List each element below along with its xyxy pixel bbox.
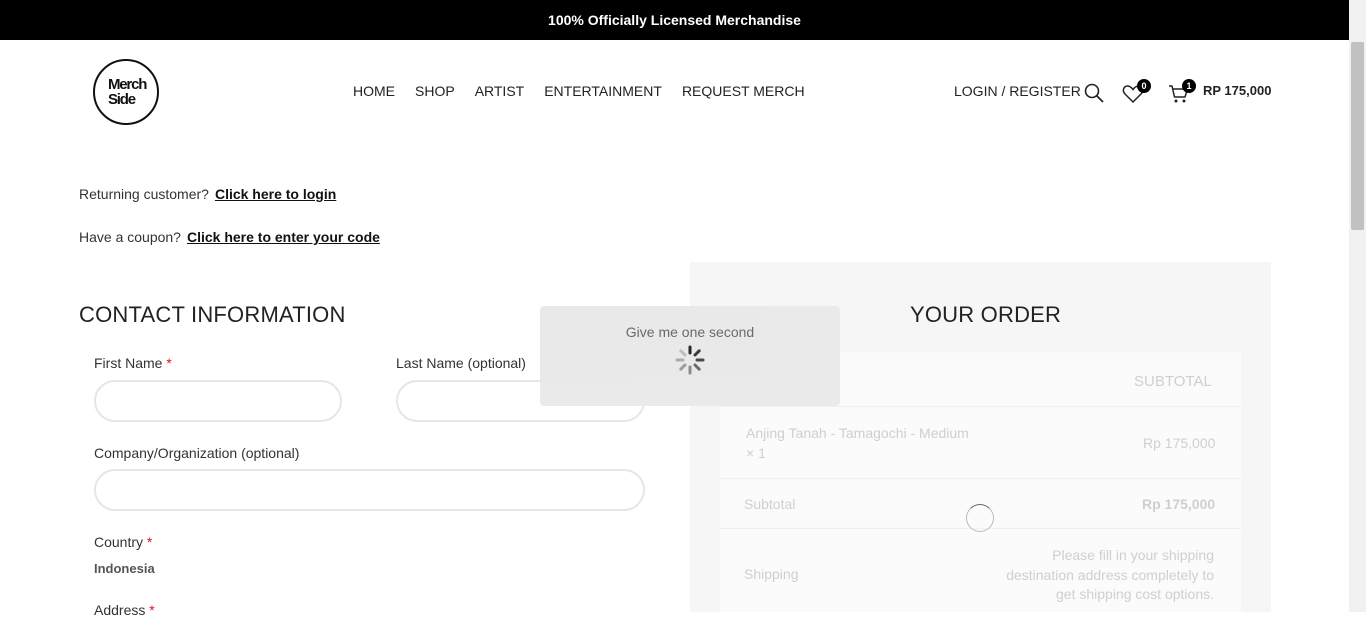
cart-count-badge: 1 <box>1182 79 1196 93</box>
returning-customer-notice: Returning customer? Click here to login <box>79 186 336 202</box>
country-label: Country * <box>94 534 152 550</box>
first-name-input[interactable] <box>94 380 342 422</box>
company-label: Company/Organization (optional) <box>94 445 300 461</box>
address-label-text: Address <box>94 602 146 618</box>
order-item-qty: × 1 <box>746 445 766 461</box>
nav-shop[interactable]: SHOP <box>415 83 455 99</box>
cart-total[interactable]: RP 175,000 <box>1203 83 1271 98</box>
coupon-notice: Have a coupon? Click here to enter your c… <box>79 229 380 245</box>
scrollbar-thumb[interactable] <box>1351 42 1364 230</box>
enter-coupon-link[interactable]: Click here to enter your code <box>187 229 380 245</box>
last-name-label: Last Name (optional) <box>396 355 526 371</box>
wishlist-count-badge: 0 <box>1137 79 1151 93</box>
shipping-note-line: Please fill in your shipping <box>1052 547 1214 563</box>
shipping-label: Shipping <box>744 566 799 582</box>
nav-home[interactable]: HOME <box>353 83 395 99</box>
order-divider <box>720 478 1241 479</box>
shipping-note-line: get shipping cost options. <box>1056 586 1214 602</box>
required-mark: * <box>146 534 153 550</box>
country-label-text: Country <box>94 534 144 550</box>
subtotal-value: Rp 175,000 <box>1142 496 1216 512</box>
order-loading-spinner <box>966 504 994 532</box>
company-input[interactable] <box>94 469 645 511</box>
merch-side-logo[interactable]: Merch Side <box>93 59 159 125</box>
subtotal-label: Subtotal <box>744 496 796 512</box>
coupon-label: Have a coupon? <box>79 229 181 245</box>
announcement-bar: 100% Officially Licensed Merchandise <box>0 0 1349 40</box>
shipping-note: Please fill in your shipping destination… <box>1006 546 1214 605</box>
required-mark: * <box>166 355 172 371</box>
main-nav: HOME SHOP ARTIST ENTERTAINMENT REQUEST M… <box>353 83 805 99</box>
loading-spinner-icon <box>675 345 705 375</box>
order-divider <box>720 406 1241 407</box>
your-order-title: YOUR ORDER <box>910 302 1062 327</box>
address-label: Address * <box>94 602 155 618</box>
loading-message: Give me one second <box>625 324 755 340</box>
order-item-price: Rp 175,000 <box>1143 435 1216 451</box>
required-mark: * <box>149 602 155 618</box>
login-link[interactable]: Click here to login <box>215 186 336 202</box>
login-register-link[interactable]: LOGIN / REGISTER <box>954 83 1081 99</box>
site-header: Merch Side HOME SHOP ARTIST ENTERTAINMENT… <box>0 40 1349 145</box>
country-value: Indonesia <box>94 561 155 576</box>
order-item-name: Anjing Tanah - Tamagochi - Medium <box>746 425 969 441</box>
page-scrollbar[interactable] <box>1349 0 1366 612</box>
nav-artist[interactable]: ARTIST <box>475 83 525 99</box>
loading-overlay: Give me one second <box>540 306 840 406</box>
returning-customer-label: Returning customer? <box>79 186 209 202</box>
subtotal-header: SUBTOTAL <box>1134 373 1212 390</box>
first-name-label: First Name * <box>94 355 172 371</box>
shipping-note-line: destination address completely to <box>1006 566 1214 583</box>
contact-information-title: CONTACT INFORMATION <box>79 302 346 327</box>
first-name-label-text: First Name <box>94 355 163 371</box>
announcement-text: 100% Officially Licensed Merchandise <box>548 12 801 28</box>
nav-entertainment[interactable]: ENTERTAINMENT <box>544 83 662 99</box>
nav-request-merch[interactable]: REQUEST MERCH <box>682 83 805 99</box>
search-icon[interactable] <box>1084 83 1104 103</box>
logo-line2: Side <box>108 91 136 108</box>
